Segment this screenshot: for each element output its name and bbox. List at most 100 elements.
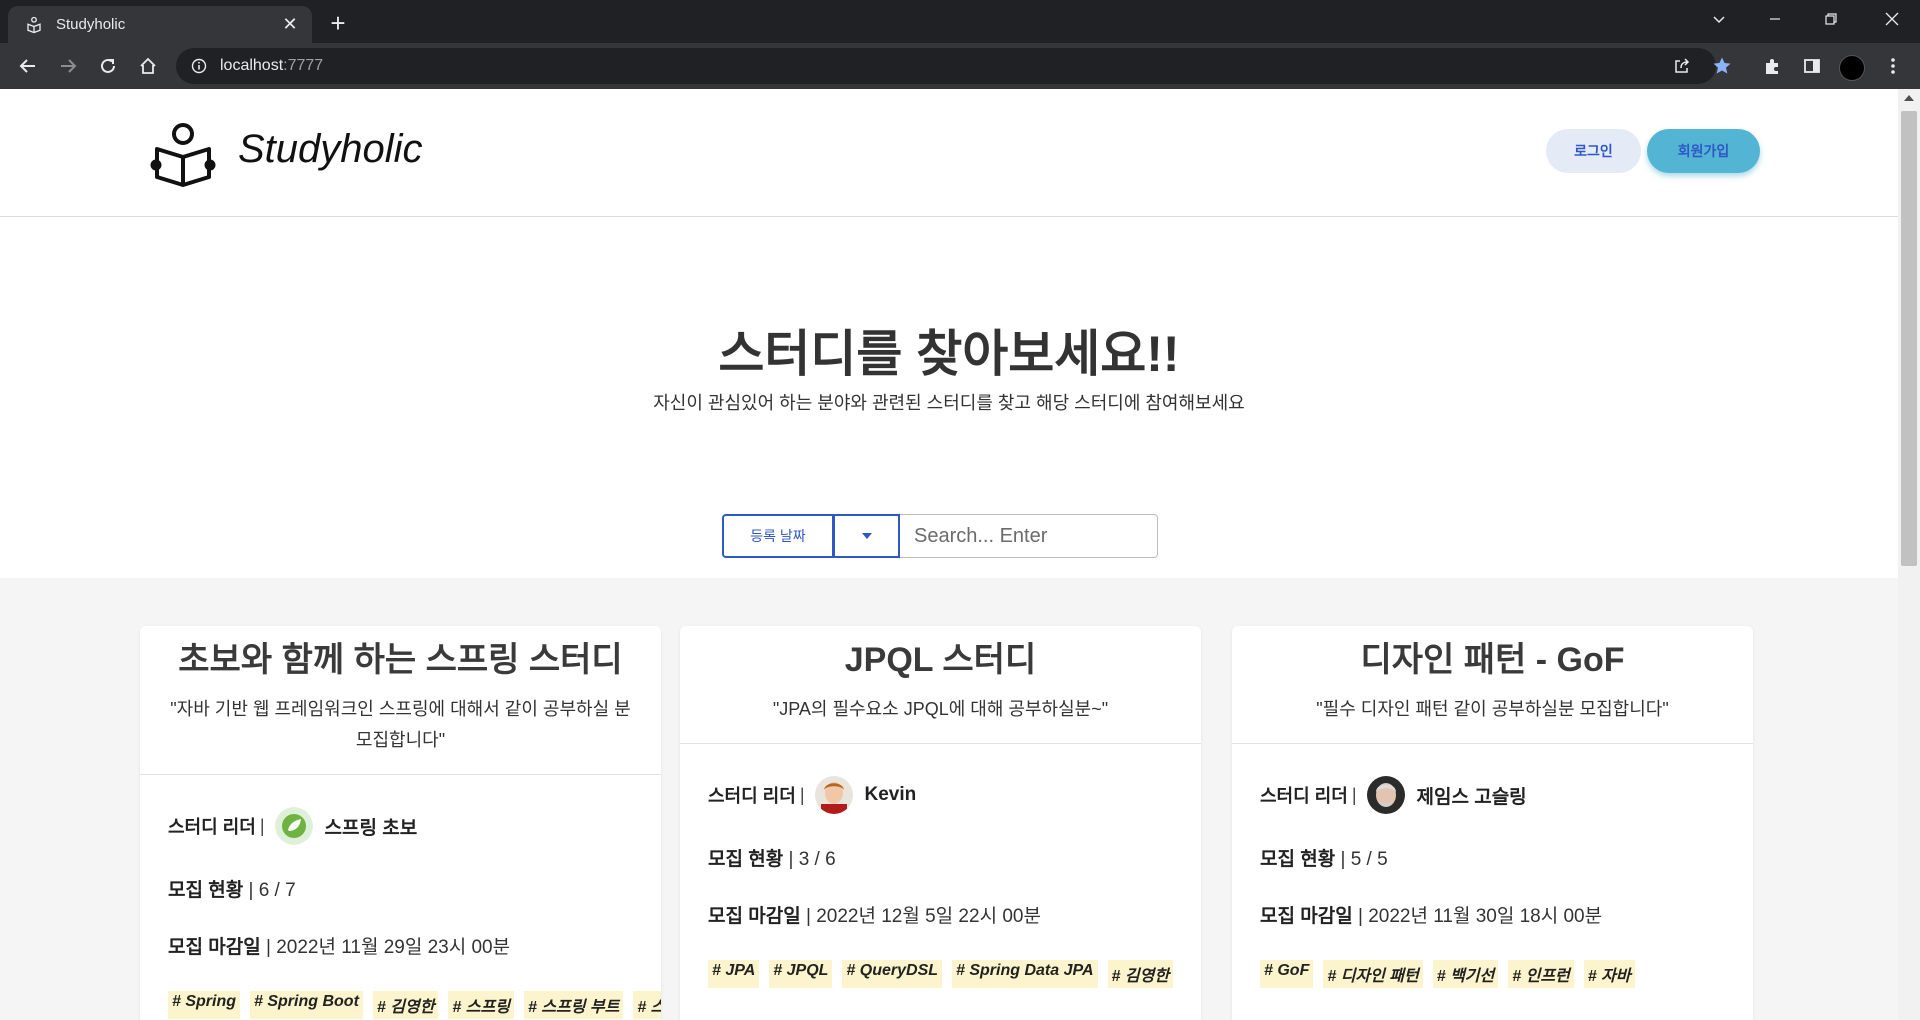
leader-avatar[interactable] xyxy=(274,807,313,845)
page-subtitle: 자신이 관심있어 하는 분야와 관련된 스터디를 찾고 해당 스터디에 참여해보… xyxy=(653,393,1245,413)
leader-avatar[interactable] xyxy=(814,776,853,814)
deadline-label: 모집 마감일 xyxy=(1260,906,1353,927)
tag[interactable]: # Spring Boot xyxy=(250,991,363,1019)
caret-down-icon xyxy=(861,533,872,539)
leader-label: 스터디 리더 xyxy=(168,817,256,837)
leader-label: 스터디 리더 xyxy=(708,786,796,806)
tab-title: Studyholic xyxy=(56,16,126,33)
deadline-row: 모집 마감일 | 2022년 11월 29일 23시 00분 xyxy=(168,932,633,959)
status-value: 6 / 7 xyxy=(258,880,296,901)
browser-toolbar: localhost:7777 xyxy=(0,43,1920,89)
tag[interactable]: # JPQL xyxy=(769,960,833,988)
close-tab-icon[interactable]: ✕ xyxy=(280,14,300,35)
url-host: localhost xyxy=(220,57,284,74)
tag[interactable]: # 스 xyxy=(633,991,661,1019)
reload-icon[interactable] xyxy=(90,49,126,83)
deadline-label: 모집 마감일 xyxy=(168,937,261,958)
deadline-value: 2022년 11월 30일 18시 00분 xyxy=(1368,906,1603,927)
study-card[interactable]: 디자인 패턴 - GoF "필수 디자인 패턴 같이 공부하실분 모집합니다" … xyxy=(1232,626,1753,1020)
tag[interactable]: # JPA xyxy=(708,960,760,988)
site-info-icon[interactable] xyxy=(190,57,208,75)
card-header: JPQL 스터디 "JPA의 필수요소 JPQL에 대해 공부하실분~" xyxy=(680,626,1201,744)
login-button[interactable]: 로그인 xyxy=(1546,129,1641,173)
card-title[interactable]: JPQL 스터디 xyxy=(710,640,1171,680)
card-body: 스터디 리더 | 스프링 초보 모집 현황 | 6 / 7 모집 마감일 | 2… xyxy=(140,807,661,1019)
tag[interactable]: # 디자인 패턴 xyxy=(1323,960,1423,988)
extensions-icon[interactable] xyxy=(1755,49,1789,83)
tag[interactable]: # 백기선 xyxy=(1432,960,1499,988)
separator: | xyxy=(1351,784,1357,805)
tag[interactable]: # 인프런 xyxy=(1508,960,1574,988)
sort-button[interactable]: 등록 날짜 xyxy=(722,514,834,558)
browser-tab[interactable]: Studyholic ✕ xyxy=(8,6,312,43)
deadline-row: 모집 마감일 | 2022년 11월 30일 18시 00분 xyxy=(1260,901,1725,928)
tag[interactable]: # Spring Data JPA xyxy=(952,960,1098,988)
new-tab-button[interactable]: + xyxy=(322,8,354,40)
separator: | xyxy=(805,906,811,927)
signup-button[interactable]: 회원가입 xyxy=(1647,129,1760,173)
deadline-label: 모집 마감일 xyxy=(708,906,801,927)
site-logo-text[interactable]: Studyholic xyxy=(238,127,423,172)
status-row: 모집 현황 | 5 / 5 xyxy=(1260,844,1725,871)
minimize-icon[interactable] xyxy=(1747,0,1803,38)
tag[interactable]: # QueryDSL xyxy=(842,960,943,988)
leader-label: 스터디 리더 xyxy=(1260,786,1348,806)
separator: | xyxy=(265,937,271,958)
search-input[interactable] xyxy=(900,514,1158,558)
tag-list: # GoF # 디자인 패턴 # 백기선 # 인프런 # 자바 xyxy=(1260,960,1725,988)
tab-search-icon[interactable] xyxy=(1691,0,1747,38)
address-bar[interactable]: localhost:7777 xyxy=(176,48,1716,84)
menu-kebab-icon[interactable] xyxy=(1876,49,1910,83)
browser-tab-strip: Studyholic ✕ + xyxy=(0,0,1920,43)
deadline-row: 모집 마감일 | 2022년 12월 5일 22시 00분 xyxy=(708,901,1173,928)
card-header: 초보와 함께 하는 스프링 스터디 "자바 기반 웹 프레임워크인 스프링에 대… xyxy=(140,626,661,775)
reader-logo-icon[interactable] xyxy=(150,121,216,187)
tag-list: # Spring # Spring Boot # 김영한 # 스프링 # 스프링… xyxy=(168,991,661,1019)
leader-avatar[interactable] xyxy=(1366,776,1405,814)
status-value: 5 / 5 xyxy=(1350,849,1388,870)
tag[interactable]: # Spring xyxy=(168,991,241,1019)
bookmark-star-icon[interactable] xyxy=(1705,49,1739,83)
study-card[interactable]: JPQL 스터디 "JPA의 필수요소 JPQL에 대해 공부하실분~" 스터디… xyxy=(680,626,1201,1020)
close-window-icon[interactable] xyxy=(1864,0,1920,38)
card-body: 스터디 리더 | Kevin 모집 현황 | 3 / 6 모집 마감일 | 20… xyxy=(680,776,1201,988)
card-description: "자바 기반 웹 프레임워크인 스프링에 대해서 같이 공부하실 분 모집합니다… xyxy=(170,699,631,750)
page-viewport: Studyholic 로그인 회원가입 스터디를 찾아보세요!! 자신이 관심있… xyxy=(0,89,1898,1020)
separator: | xyxy=(1357,906,1363,927)
card-description: "필수 디자인 패턴 같이 공부하실분 모집합니다" xyxy=(1316,699,1669,719)
separator: | xyxy=(799,784,805,805)
card-title[interactable]: 초보와 함께 하는 스프링 스터디 xyxy=(170,640,631,680)
leader-name[interactable]: Kevin xyxy=(865,784,917,806)
restore-icon[interactable] xyxy=(1803,0,1859,38)
leader-row: 스터디 리더 | 스프링 초보 xyxy=(168,807,633,845)
tag[interactable]: # 김영한 xyxy=(1107,960,1174,988)
tag[interactable]: # GoF xyxy=(1260,960,1314,988)
profile-avatar[interactable] xyxy=(1839,55,1865,81)
page-scrollbar[interactable] xyxy=(1898,89,1920,1020)
share-icon[interactable] xyxy=(1665,49,1699,83)
scrollbar-thumb[interactable] xyxy=(1901,111,1917,566)
leader-row: 스터디 리더 | 제임스 고슬링 xyxy=(1260,776,1725,814)
scroll-up-arrow-icon[interactable] xyxy=(1904,95,1914,101)
status-row: 모집 현황 | 6 / 7 xyxy=(168,875,633,902)
card-title[interactable]: 디자인 패턴 - GoF xyxy=(1262,640,1723,680)
leader-name[interactable]: 스프링 초보 xyxy=(325,813,418,840)
leader-name[interactable]: 제임스 고슬링 xyxy=(1417,782,1527,809)
card-description: "JPA의 필수요소 JPQL에 대해 공부하실분~" xyxy=(772,699,1109,719)
side-panel-icon[interactable] xyxy=(1795,49,1829,83)
card-header: 디자인 패턴 - GoF "필수 디자인 패턴 같이 공부하실분 모집합니다" xyxy=(1232,626,1753,744)
page-title: 스터디를 찾아보세요!! xyxy=(718,326,1180,382)
tag[interactable]: # 김영한 xyxy=(372,991,439,1019)
separator: | xyxy=(788,849,794,870)
tag[interactable]: # 스프링 xyxy=(448,991,514,1019)
separator: | xyxy=(248,880,254,901)
forward-icon[interactable] xyxy=(50,49,86,83)
card-body: 스터디 리더 | 제임스 고슬링 모집 현황 | 5 / 5 모집 마감일 | … xyxy=(1232,776,1753,988)
sort-dropdown-toggle[interactable] xyxy=(834,514,900,558)
home-icon[interactable] xyxy=(130,49,166,83)
search-bar: 등록 날짜 xyxy=(722,514,1158,558)
tag[interactable]: # 자바 xyxy=(1583,960,1635,988)
tag[interactable]: # 스프링 부트 xyxy=(523,991,624,1019)
study-card[interactable]: 초보와 함께 하는 스프링 스터디 "자바 기반 웹 프레임워크인 스프링에 대… xyxy=(140,626,661,1020)
back-icon[interactable] xyxy=(10,49,46,83)
